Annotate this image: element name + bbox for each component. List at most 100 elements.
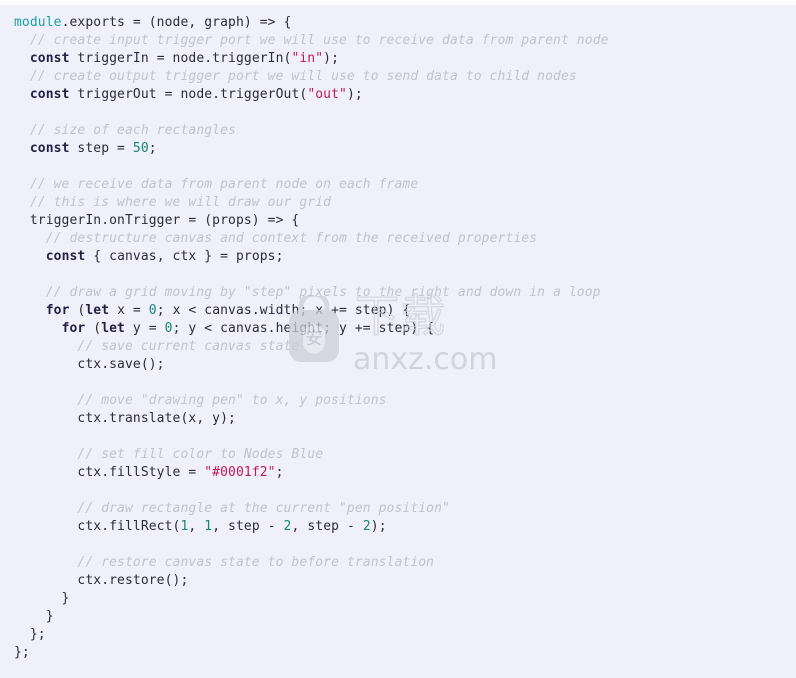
code-token-pln: triggerIn.onTrigger = (props) => { [14, 213, 300, 228]
code-token-kw: let [101, 321, 125, 336]
code-token-pln: y = [124, 321, 165, 336]
code-token-pln: ctx.fillStyle = [14, 465, 205, 480]
code-token-pln: , step - [212, 519, 284, 534]
code-block[interactable]: module.exports = (node, graph) => { // c… [0, 10, 796, 662]
code-token-str: "in" [291, 51, 324, 66]
code-line: module.exports = (node, graph) => { [14, 14, 796, 32]
code-token-num: 1 [204, 519, 213, 534]
code-line: // draw a grid moving by "step" pixels t… [14, 284, 796, 302]
code-token-pln [14, 321, 62, 336]
code-line: ctx.save(); [14, 356, 796, 374]
code-line: ctx.translate(x, y); [14, 410, 796, 428]
code-token-cmt: // create output trigger port we will us… [14, 69, 577, 84]
code-token-pln: ; x < canvas.width; x += step) { [156, 303, 411, 318]
code-token-pln: }; [14, 627, 46, 642]
code-token-pln: ctx.translate(x, y); [14, 411, 236, 426]
code-token-cmt: // set fill color to Nodes Blue [14, 447, 324, 462]
code-token-pln: } [14, 609, 54, 624]
code-token-num: 50 [132, 141, 149, 156]
code-token-pln [14, 141, 30, 156]
code-line: for (let y = 0; y < canvas.height; y += … [14, 320, 796, 338]
code-token-cmt: // size of each rectangles [14, 123, 236, 138]
code-token-kw: for [45, 303, 70, 318]
code-line: }; [14, 644, 796, 662]
code-token-str: "out" [307, 87, 347, 102]
code-token-cmt: // we receive data from parent node on e… [14, 177, 419, 192]
code-line: // set fill color to Nodes Blue [14, 446, 796, 464]
code-token-kw: const [45, 249, 86, 264]
code-token-pln: ); [346, 87, 363, 102]
code-token-pln: ); [370, 519, 387, 534]
code-token-pln [14, 249, 46, 264]
code-token-cmt: // this is where we will draw our grid [14, 195, 332, 210]
code-token-kw: const [29, 141, 70, 156]
code-token-pln: ); [323, 51, 340, 66]
code-token-cmt: // move "drawing pen" to x, y positions [14, 393, 387, 408]
code-line: // save current canvas state [14, 338, 796, 356]
code-token-pln: , [188, 519, 205, 534]
code-token-pln: x = [109, 303, 149, 318]
code-token-pln: .exports = (node, graph) => { [61, 15, 292, 30]
code-token-pln: triggerIn = node.triggerIn( [69, 51, 292, 66]
code-line: }; [14, 626, 796, 644]
code-token-kw: let [85, 303, 110, 318]
code-token-pln: step = [69, 141, 133, 156]
code-token-pln: ; y < canvas.height; y += step) { [172, 321, 435, 336]
code-line: // create output trigger port we will us… [14, 68, 796, 86]
code-token-pln: triggerOut = node.triggerOut( [69, 87, 308, 102]
code-line: // create input trigger port we will use… [14, 32, 796, 50]
code-token-cmt: // create input trigger port we will use… [14, 33, 609, 48]
code-line: triggerIn.onTrigger = (props) => { [14, 212, 796, 230]
code-token-kw: const [29, 87, 70, 102]
code-token-pln: ( [69, 303, 86, 318]
code-token-num: 0 [164, 321, 173, 336]
code-line: ctx.fillRect(1, 1, step - 2, step - 2); [14, 518, 796, 536]
code-token-pln: ; [148, 141, 157, 156]
code-token-pln: ( [85, 321, 102, 336]
code-line: for (let x = 0; x < canvas.width; x += s… [14, 302, 796, 320]
code-token-num: 2 [362, 519, 371, 534]
code-line: const triggerOut = node.triggerOut("out"… [14, 86, 796, 104]
code-line: ctx.restore(); [14, 572, 796, 590]
code-line: const triggerIn = node.triggerIn("in"); [14, 50, 796, 68]
code-token-cmt: // draw rectangle at the current "pen po… [14, 501, 450, 516]
code-token-pln: , step - [291, 519, 363, 534]
code-token-mod: module [14, 15, 62, 30]
code-token-pln [14, 303, 46, 318]
code-token-cmt: // save current canvas state [14, 339, 300, 354]
code-token-cmt: // destructure canvas and context from t… [14, 231, 538, 246]
code-token-kw: const [29, 51, 70, 66]
code-token-str: "#0001f2" [204, 465, 276, 480]
code-line: // we receive data from parent node on e… [14, 176, 796, 194]
code-token-pln: }; [14, 645, 30, 660]
code-token-pln: ctx.save(); [14, 357, 165, 372]
code-token-cmt: // draw a grid moving by "step" pixels t… [14, 285, 601, 300]
code-line: // destructure canvas and context from t… [14, 230, 796, 248]
code-line: const step = 50; [14, 140, 796, 158]
code-snippet-viewer: module.exports = (node, graph) => { // c… [0, 0, 796, 678]
code-line: // restore canvas state to before transl… [14, 554, 796, 572]
code-line: // size of each rectangles [14, 122, 796, 140]
code-line: // draw rectangle at the current "pen po… [14, 500, 796, 518]
code-line: } [14, 590, 796, 608]
code-token-pln [14, 51, 30, 66]
code-token-kw: for [61, 321, 86, 336]
code-token-pln: ctx.fillRect( [14, 519, 181, 534]
code-line: } [14, 608, 796, 626]
code-line: // this is where we will draw our grid [14, 194, 796, 212]
code-token-pln: ; [275, 465, 284, 480]
code-line: const { canvas, ctx } = props; [14, 248, 796, 266]
code-token-num: 0 [148, 303, 157, 318]
code-token-pln: ctx.restore(); [14, 573, 189, 588]
code-line: ctx.fillStyle = "#0001f2"; [14, 464, 796, 482]
code-line: // move "drawing pen" to x, y positions [14, 392, 796, 410]
code-token-pln: { canvas, ctx } = props; [85, 249, 284, 264]
code-token-pln [14, 87, 30, 102]
code-token-cmt: // restore canvas state to before transl… [14, 555, 435, 570]
